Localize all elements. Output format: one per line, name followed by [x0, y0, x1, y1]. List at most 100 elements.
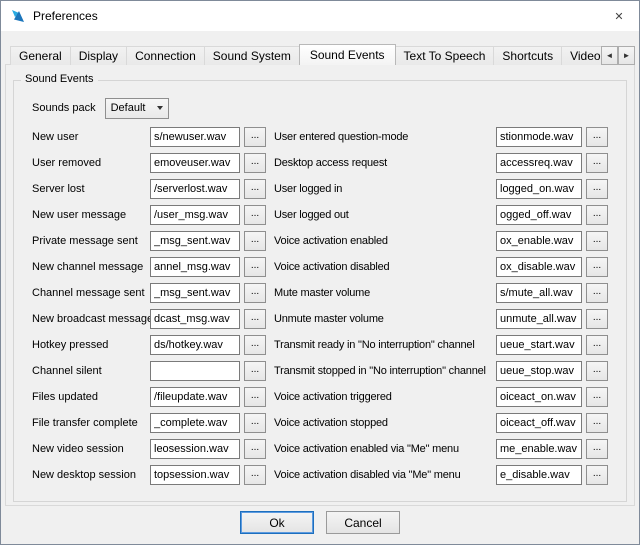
user-removed-browse-button[interactable]: ...: [244, 153, 266, 173]
sound-event-row: User logged in...: [274, 176, 614, 202]
tab-bar: GeneralDisplayConnectionSound SystemSoun…: [10, 44, 601, 65]
mute-master-volume-label: Mute master volume: [274, 287, 496, 299]
sound-event-row: Voice activation stopped...: [274, 410, 614, 436]
sounds-pack-select[interactable]: Default: [105, 98, 169, 119]
close-button[interactable]: ✕: [599, 1, 639, 31]
voice-activation-enabled-via-me-menu-browse-button[interactable]: ...: [586, 439, 608, 459]
new-video-session-browse-button[interactable]: ...: [244, 439, 266, 459]
user-logged-out-input[interactable]: [496, 205, 582, 225]
ok-button[interactable]: Ok: [240, 511, 314, 534]
voice-activation-stopped-input[interactable]: [496, 413, 582, 433]
new-user-input[interactable]: [150, 127, 240, 147]
voice-activation-stopped-browse-button[interactable]: ...: [586, 413, 608, 433]
tab-sound-events[interactable]: Sound Events: [299, 44, 396, 65]
channel-silent-browse-button[interactable]: ...: [244, 361, 266, 381]
sound-event-row: Channel silent...: [32, 358, 278, 384]
server-lost-input[interactable]: [150, 179, 240, 199]
file-transfer-complete-browse-button[interactable]: ...: [244, 413, 266, 433]
user-logged-in-browse-button[interactable]: ...: [586, 179, 608, 199]
unmute-master-volume-browse-button[interactable]: ...: [586, 309, 608, 329]
voice-activation-disabled-browse-button[interactable]: ...: [586, 257, 608, 277]
voice-activation-triggered-input[interactable]: [496, 387, 582, 407]
sound-event-row: Hotkey pressed...: [32, 332, 278, 358]
files-updated-input[interactable]: [150, 387, 240, 407]
hotkey-pressed-browse-button[interactable]: ...: [244, 335, 266, 355]
new-user-browse-button[interactable]: ...: [244, 127, 266, 147]
sound-event-row: Voice activation disabled via "Me" menu.…: [274, 462, 614, 488]
transmit-stopped-in-no-interruption-channel-input[interactable]: [496, 361, 582, 381]
cancel-button[interactable]: Cancel: [326, 511, 400, 534]
window-title: Preferences: [33, 9, 98, 23]
tab-scroll-left-button[interactable]: ◄: [601, 46, 618, 65]
transmit-stopped-in-no-interruption-channel-browse-button[interactable]: ...: [586, 361, 608, 381]
user-logged-out-browse-button[interactable]: ...: [586, 205, 608, 225]
new-user-message-browse-button[interactable]: ...: [244, 205, 266, 225]
user-entered-question-mode-browse-button[interactable]: ...: [586, 127, 608, 147]
sound-event-row: Transmit ready in "No interruption" chan…: [274, 332, 614, 358]
mute-master-volume-input[interactable]: [496, 283, 582, 303]
voice-activation-triggered-label: Voice activation triggered: [274, 391, 496, 403]
channel-message-sent-browse-button[interactable]: ...: [244, 283, 266, 303]
channel-silent-input[interactable]: [150, 361, 240, 381]
user-logged-in-input[interactable]: [496, 179, 582, 199]
tab-video[interactable]: Video: [561, 46, 601, 65]
tab-text-to-speech[interactable]: Text To Speech: [395, 46, 495, 65]
private-message-sent-input[interactable]: [150, 231, 240, 251]
new-video-session-input[interactable]: [150, 439, 240, 459]
voice-activation-disabled-via-me-menu-browse-button[interactable]: ...: [586, 465, 608, 485]
new-desktop-session-browse-button[interactable]: ...: [244, 465, 266, 485]
new-desktop-session-input[interactable]: [150, 465, 240, 485]
channel-message-sent-input[interactable]: [150, 283, 240, 303]
tab-display[interactable]: Display: [70, 46, 127, 65]
sound-event-row: New video session...: [32, 436, 278, 462]
footer: Ok Cancel: [1, 511, 639, 534]
new-broadcast-message-input[interactable]: [150, 309, 240, 329]
tab-general[interactable]: General: [10, 46, 71, 65]
voice-activation-triggered-browse-button[interactable]: ...: [586, 387, 608, 407]
sound-event-row: User removed...: [32, 150, 278, 176]
transmit-ready-in-no-interruption-channel-input[interactable]: [496, 335, 582, 355]
tab-connection[interactable]: Connection: [126, 46, 205, 65]
sound-event-row: File transfer complete...: [32, 410, 278, 436]
files-updated-browse-button[interactable]: ...: [244, 387, 266, 407]
new-broadcast-message-label: New broadcast message: [32, 313, 150, 325]
new-user-message-input[interactable]: [150, 205, 240, 225]
hotkey-pressed-input[interactable]: [150, 335, 240, 355]
tab-scroll-right-button[interactable]: ►: [618, 46, 635, 65]
right-column: User entered question-mode...Desktop acc…: [274, 124, 614, 488]
server-lost-browse-button[interactable]: ...: [244, 179, 266, 199]
private-message-sent-label: Private message sent: [32, 235, 150, 247]
tab-shortcuts[interactable]: Shortcuts: [493, 46, 562, 65]
voice-activation-enabled-via-me-menu-input[interactable]: [496, 439, 582, 459]
unmute-master-volume-input[interactable]: [496, 309, 582, 329]
desktop-access-request-input[interactable]: [496, 153, 582, 173]
channel-message-sent-label: Channel message sent: [32, 287, 150, 299]
app-icon: [10, 8, 26, 24]
new-broadcast-message-browse-button[interactable]: ...: [244, 309, 266, 329]
user-entered-question-mode-input[interactable]: [496, 127, 582, 147]
private-message-sent-browse-button[interactable]: ...: [244, 231, 266, 251]
new-user-label: New user: [32, 131, 150, 143]
sounds-pack-label: Sounds pack: [32, 102, 96, 114]
preferences-window: Preferences ✕ GeneralDisplayConnectionSo…: [0, 0, 640, 545]
new-video-session-label: New video session: [32, 443, 150, 455]
voice-activation-enabled-input[interactable]: [496, 231, 582, 251]
user-removed-input[interactable]: [150, 153, 240, 173]
voice-activation-disabled-via-me-menu-input[interactable]: [496, 465, 582, 485]
mute-master-volume-browse-button[interactable]: ...: [586, 283, 608, 303]
sound-event-row: New user...: [32, 124, 278, 150]
sound-event-row: Server lost...: [32, 176, 278, 202]
desktop-access-request-browse-button[interactable]: ...: [586, 153, 608, 173]
new-channel-message-input[interactable]: [150, 257, 240, 277]
left-column: New user...User removed...Server lost...…: [32, 124, 278, 488]
voice-activation-enabled-label: Voice activation enabled: [274, 235, 496, 247]
voice-activation-enabled-browse-button[interactable]: ...: [586, 231, 608, 251]
transmit-stopped-in-no-interruption-channel-label: Transmit stopped in "No interruption" ch…: [274, 365, 496, 377]
user-entered-question-mode-label: User entered question-mode: [274, 131, 496, 143]
tab-sound-system[interactable]: Sound System: [204, 46, 300, 65]
sound-event-row: User entered question-mode...: [274, 124, 614, 150]
new-channel-message-browse-button[interactable]: ...: [244, 257, 266, 277]
voice-activation-disabled-input[interactable]: [496, 257, 582, 277]
transmit-ready-in-no-interruption-channel-browse-button[interactable]: ...: [586, 335, 608, 355]
file-transfer-complete-input[interactable]: [150, 413, 240, 433]
